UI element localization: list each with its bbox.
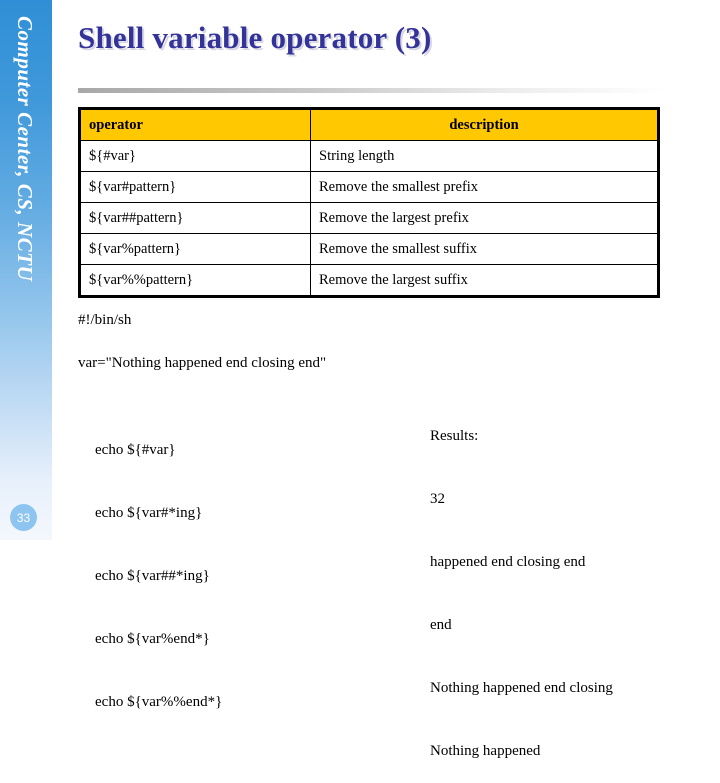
script-echo-line: echo ${var%end*} [95, 631, 210, 647]
cell-description: Remove the smallest suffix [310, 233, 659, 265]
sidebar-brand-label: Computer Center, CS, NCTU [13, 16, 37, 282]
script-echo-line: echo ${var#*ing} [95, 505, 203, 521]
cell-description: Remove the largest suffix [310, 264, 659, 297]
results-line: Nothing happened end closing [430, 680, 613, 696]
table-row: ${var%%pattern} Remove the largest suffi… [79, 264, 659, 297]
results-line: Nothing happened [430, 743, 541, 759]
sidebar: Computer Center, CS, NCTU 33 [0, 0, 52, 540]
cell-operator: ${var#pattern} [79, 171, 311, 203]
table-row: ${var#pattern} Remove the smallest prefi… [79, 171, 659, 203]
script-echo-line: echo ${var##*ing} [95, 568, 210, 584]
table-row: ${var##pattern} Remove the largest prefi… [79, 202, 659, 234]
results-block: Results: 32 happened end closing end end… [430, 384, 613, 783]
script-echo-line: echo ${#var} [95, 442, 176, 458]
column-header-operator: operator [79, 108, 311, 141]
results-line: 32 [430, 491, 445, 507]
cell-description: String length [310, 140, 659, 172]
script-shebang: #!/bin/sh [78, 312, 132, 328]
page-title: Shell variable operator (3) [78, 20, 432, 55]
cell-description: Remove the smallest prefix [310, 171, 659, 203]
results-line: end [430, 617, 452, 633]
table-row: ${var%pattern} Remove the smallest suffi… [79, 233, 659, 265]
results-line: happened end closing end [430, 554, 586, 570]
table-row: ${#var} String length [79, 140, 659, 172]
page-number-badge: 33 [10, 504, 37, 531]
cell-description: Remove the largest prefix [310, 202, 659, 234]
script-variable-assignment: var="Nothing happened end closing end" [78, 355, 327, 371]
script-echo-block: echo ${#var} echo ${var#*ing} echo ${var… [95, 398, 222, 734]
operator-table: operator description ${#var} String leng… [78, 107, 660, 298]
cell-operator: ${var%%pattern} [79, 264, 311, 297]
cell-operator: ${var##pattern} [79, 202, 311, 234]
cell-operator: ${var%pattern} [79, 233, 311, 265]
cell-operator: ${#var} [79, 140, 311, 172]
table-header-row: operator description [79, 108, 659, 141]
column-header-description: description [310, 108, 659, 141]
results-label: Results: [430, 428, 479, 444]
title-divider [78, 88, 668, 93]
script-echo-line: echo ${var%%end*} [95, 694, 223, 710]
